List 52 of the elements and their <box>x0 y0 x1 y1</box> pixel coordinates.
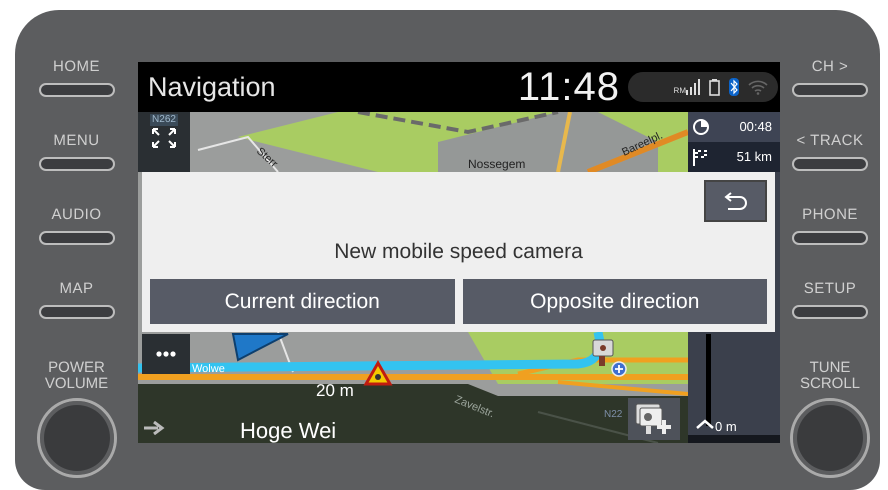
remaining-distance: 51 km <box>736 148 772 166</box>
hardware-key[interactable] <box>38 305 114 319</box>
dialog-message: New mobile speed camera <box>333 238 584 264</box>
hardware-key[interactable] <box>792 83 868 97</box>
arrow-right-icon <box>144 421 166 435</box>
plus-marker-icon <box>611 361 627 377</box>
add-speed-camera-button[interactable] <box>628 398 680 440</box>
direction-option-button[interactable]: Opposite direction <box>462 279 767 324</box>
battery-icon <box>709 78 720 96</box>
signal-icon <box>686 79 700 95</box>
back-arrow-icon <box>722 190 748 211</box>
hardware-key[interactable] <box>792 231 868 245</box>
clock-time: 11:48 <box>518 64 620 111</box>
maneuver-distance: 20 m <box>316 380 354 402</box>
chevron-up-icon <box>696 419 714 429</box>
key-label: MENU <box>53 132 100 150</box>
expand-icon[interactable] <box>151 127 177 149</box>
street-name: Hoge Wei <box>240 417 336 443</box>
key-label: SETUP <box>804 280 856 298</box>
warning-sign-icon <box>363 360 393 386</box>
hardware-key[interactable] <box>792 305 868 319</box>
hardware-key[interactable] <box>792 157 868 171</box>
back-button[interactable] <box>704 180 767 222</box>
more-button[interactable] <box>142 334 190 374</box>
map-street-label: N22 <box>604 409 622 420</box>
key-label: CH > <box>812 58 848 76</box>
key-label: MAP <box>59 280 94 298</box>
hardware-key[interactable] <box>38 231 114 245</box>
road-number-label: N262 <box>150 114 178 126</box>
direction-option-button[interactable]: Current direction <box>150 279 454 324</box>
scale-reading: 0 m <box>715 418 737 436</box>
key-label: HOME <box>53 58 100 76</box>
knob-label: POWER VOLUME <box>44 360 110 392</box>
key-label: AUDIO <box>51 206 102 224</box>
bluetooth-icon <box>729 78 739 96</box>
screen-title: Navigation <box>148 70 276 104</box>
signal-label: RM <box>674 87 686 95</box>
hardware-key[interactable] <box>38 157 114 171</box>
knob-label: TUNE SCROLL <box>798 360 862 392</box>
checkered-flag-icon <box>692 148 708 166</box>
wifi-icon <box>748 79 768 95</box>
key-label: PHONE <box>802 206 858 224</box>
remaining-time: 00:48 <box>739 118 772 136</box>
clock-icon <box>692 118 710 136</box>
position-arrow-icon <box>232 333 289 362</box>
hardware-key[interactable] <box>38 83 114 97</box>
map-street-label: Nossegem <box>468 157 526 171</box>
key-label: < TRACK <box>796 132 864 150</box>
more-icon <box>156 350 176 357</box>
map-street-label: Wolwe <box>192 363 225 375</box>
camera-plus-icon <box>634 402 674 436</box>
speed-camera-marker-icon <box>592 340 614 366</box>
